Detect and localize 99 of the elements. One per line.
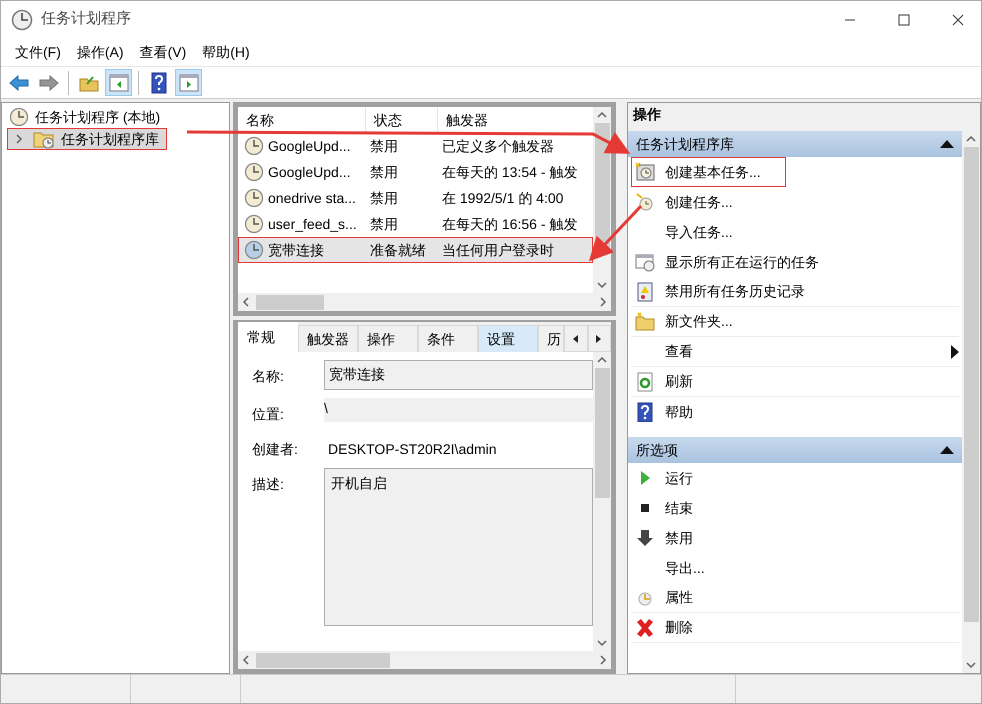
close-icon — [952, 14, 964, 26]
input-field[interactable]: 开机自启 — [324, 468, 593, 626]
clock-icon — [635, 192, 655, 212]
field-label: 名称: — [252, 367, 285, 386]
tab[interactable]: 设置 — [478, 325, 538, 352]
collapse-triangle-icon — [940, 140, 954, 148]
action-item[interactable]: 显示所有正在运行的任务 — [631, 247, 959, 277]
field-label: 创建者: — [252, 440, 299, 459]
tab[interactable]: 常规 — [238, 322, 298, 352]
clock-icon — [244, 162, 264, 182]
left-triangle-icon — [572, 334, 579, 342]
input-field[interactable]: 宽带连接 — [324, 360, 593, 390]
pane-icon — [178, 72, 200, 94]
scroll-thumb[interactable] — [256, 652, 390, 668]
action-item[interactable]: 禁用所有任务历史记录 — [631, 277, 959, 307]
table-row[interactable]: 宽带连接 准备就绪 当任何用户登录时 — [238, 237, 593, 263]
table-cell-text: 禁用 — [369, 162, 399, 182]
clock-icon — [244, 136, 264, 156]
menu-item[interactable]: 帮助(H) — [194, 42, 258, 62]
field-label: 描述: — [252, 475, 285, 494]
action-item[interactable]: 创建任务... — [631, 187, 959, 217]
scrollbar[interactable] — [962, 131, 980, 673]
help-icon — [635, 402, 655, 422]
action-item[interactable]: 帮助 — [631, 397, 959, 427]
action-item[interactable]: 导入任务... — [631, 217, 959, 247]
clock-icon — [11, 8, 33, 30]
down-arrow-icon — [635, 528, 655, 548]
table-cell-text: GoogleUpd... — [268, 162, 350, 182]
submenu-arrow-icon — [951, 344, 959, 358]
table-cell-text: GoogleUpd... — [268, 136, 350, 156]
tree-item[interactable]: 任务计划程序库 — [7, 128, 167, 150]
panel-title: 操作 — [628, 103, 980, 131]
clock-icon — [244, 240, 264, 260]
table-cell-text: 在每天的 16:56 - 触发 — [441, 214, 578, 234]
table-cell-text: 准备就绪 — [369, 240, 427, 260]
tree-item[interactable]: 任务计划程序 (本地) — [5, 106, 168, 128]
window-clock-icon — [635, 252, 655, 272]
table-cell-text: 在每天的 13:54 - 触发 — [441, 162, 578, 182]
tab[interactable]: 操作 — [358, 325, 418, 352]
clock-icon — [244, 188, 264, 208]
table-row[interactable]: onedrive sta... 禁用 在 1992/5/1 的 4:00 — [238, 185, 593, 211]
menu-item[interactable]: 查看(V) — [132, 42, 194, 62]
tab[interactable]: 历 — [538, 325, 564, 352]
tab-scroll-button[interactable] — [564, 325, 588, 352]
field-value: DESKTOP-ST20R2I\admin — [327, 440, 498, 457]
group-title: 任务计划程序库 — [636, 134, 734, 154]
annotation-arrow — [588, 204, 642, 262]
scrollbar[interactable] — [238, 651, 611, 669]
table-row[interactable]: GoogleUpd... 禁用 已定义多个触发器 — [238, 133, 593, 159]
table-cell-text: 在 1992/5/1 的 4:00 — [441, 188, 564, 208]
action-item[interactable]: 查看 — [631, 337, 959, 367]
scrollbar[interactable] — [593, 352, 611, 651]
scroll-thumb[interactable] — [594, 368, 610, 498]
action-item[interactable]: 新文件夹... — [631, 307, 959, 337]
column-header[interactable]: 名称 — [238, 107, 366, 133]
action-item[interactable]: 运行 — [631, 463, 959, 493]
pane-icon — [108, 72, 130, 94]
group-header[interactable]: 所选项 — [628, 437, 962, 463]
clock-icon — [244, 214, 264, 234]
action-item[interactable]: 创建基本任务... — [631, 157, 786, 187]
delete-icon — [635, 618, 655, 638]
folder-icon — [635, 312, 655, 332]
action-item[interactable]: 禁用 — [631, 523, 959, 553]
tab-scroll-button[interactable] — [588, 325, 611, 352]
table-row[interactable]: user_feed_s... 禁用 在每天的 16:56 - 触发 — [238, 211, 593, 237]
table-cell-text: user_feed_s... — [268, 214, 357, 234]
action-item[interactable]: 删除 — [631, 613, 959, 643]
scroll-thumb[interactable] — [964, 147, 978, 622]
table-row[interactable]: GoogleUpd... 禁用 在每天的 13:54 - 触发 — [238, 159, 593, 185]
scroll-thumb[interactable] — [256, 294, 324, 310]
group-title: 所选项 — [636, 440, 678, 460]
menu-item[interactable]: 文件(F) — [7, 42, 69, 62]
table-cell-text: 禁用 — [369, 214, 399, 234]
input-field: \ — [324, 398, 593, 422]
table-cell-text: 禁用 — [369, 188, 399, 208]
window-title: 任务计划程序 — [41, 9, 132, 30]
tab[interactable]: 触发器 — [298, 325, 358, 352]
column-header[interactable]: 状态 — [366, 107, 438, 133]
table-cell-text: 禁用 — [369, 136, 399, 156]
table-cell-text: 当任何用户登录时 — [441, 240, 555, 260]
task-clock-icon — [635, 162, 655, 182]
action-item[interactable]: 刷新 — [631, 367, 959, 397]
maximize-icon — [898, 14, 910, 26]
action-item[interactable]: 导出... — [631, 553, 959, 583]
group-header[interactable]: 任务计划程序库 — [628, 131, 962, 157]
table-cell-text: onedrive sta... — [268, 188, 356, 208]
tab[interactable]: 条件 — [418, 325, 478, 352]
table-cell-text: 宽带连接 — [268, 240, 324, 260]
table-cell-text: 已定义多个触发器 — [441, 136, 555, 156]
menu-item[interactable]: 操作(A) — [68, 42, 132, 62]
log-icon — [635, 282, 655, 302]
clock-icon — [9, 107, 29, 127]
action-item[interactable]: 结束 — [631, 493, 959, 523]
right-triangle-icon — [596, 334, 602, 342]
refresh-icon — [635, 372, 655, 392]
collapse-triangle-icon — [940, 446, 954, 454]
field-label: 位置: — [252, 405, 285, 424]
scrollbar[interactable] — [238, 293, 611, 311]
action-item[interactable]: 属性 — [631, 583, 959, 613]
